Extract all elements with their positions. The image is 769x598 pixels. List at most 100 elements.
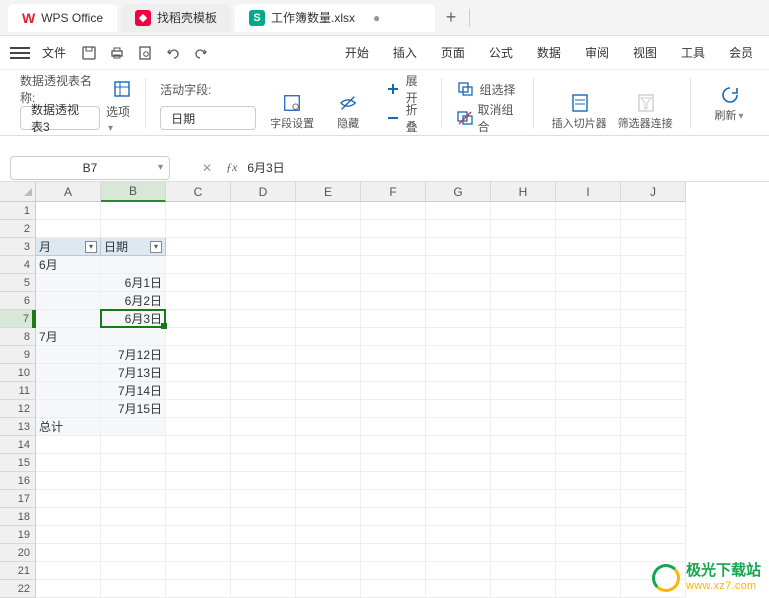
cell-B21[interactable] — [101, 562, 166, 580]
cell-C12[interactable] — [166, 400, 231, 418]
cell-A17[interactable] — [36, 490, 101, 508]
cell-H20[interactable] — [491, 544, 556, 562]
cell-I13[interactable] — [556, 418, 621, 436]
cell-J16[interactable] — [621, 472, 686, 490]
cell-C6[interactable] — [166, 292, 231, 310]
cell-I20[interactable] — [556, 544, 621, 562]
cell-I15[interactable] — [556, 454, 621, 472]
cell-H17[interactable] — [491, 490, 556, 508]
cell-C9[interactable] — [166, 346, 231, 364]
cell-D10[interactable] — [231, 364, 296, 382]
new-tab-button[interactable]: + — [437, 4, 465, 32]
cell-E14[interactable] — [296, 436, 361, 454]
menu-page[interactable]: 页面 — [439, 40, 467, 65]
cell-J14[interactable] — [621, 436, 686, 454]
cell-I21[interactable] — [556, 562, 621, 580]
cell-A22[interactable] — [36, 580, 101, 598]
row-header-18[interactable]: 18 — [0, 508, 36, 526]
cell-A12[interactable] — [36, 400, 101, 418]
cell-C22[interactable] — [166, 580, 231, 598]
col-header-J[interactable]: J — [621, 182, 686, 202]
cell-A6[interactable] — [36, 292, 101, 310]
row-header-8[interactable]: 8 — [0, 328, 36, 346]
cell-G9[interactable] — [426, 346, 491, 364]
cell-J3[interactable] — [621, 238, 686, 256]
cell-E7[interactable] — [296, 310, 361, 328]
row-header-15[interactable]: 15 — [0, 454, 36, 472]
cell-G5[interactable] — [426, 274, 491, 292]
cell-H14[interactable] — [491, 436, 556, 454]
cell-C3[interactable] — [166, 238, 231, 256]
cell-F4[interactable] — [361, 256, 426, 274]
cell-C21[interactable] — [166, 562, 231, 580]
cell-C16[interactable] — [166, 472, 231, 490]
cell-H21[interactable] — [491, 562, 556, 580]
cell-F9[interactable] — [361, 346, 426, 364]
cell-D15[interactable] — [231, 454, 296, 472]
cell-C13[interactable] — [166, 418, 231, 436]
cell-H19[interactable] — [491, 526, 556, 544]
cell-I18[interactable] — [556, 508, 621, 526]
cell-B7[interactable]: 6月3日 — [101, 310, 166, 328]
cell-F18[interactable] — [361, 508, 426, 526]
cell-C20[interactable] — [166, 544, 231, 562]
cell-B3[interactable]: 日期▾ — [101, 238, 166, 256]
menu-member[interactable]: 会员 — [727, 40, 755, 65]
cancel-icon[interactable]: ✕ — [198, 159, 216, 177]
cell-J13[interactable] — [621, 418, 686, 436]
cell-C18[interactable] — [166, 508, 231, 526]
row-header-16[interactable]: 16 — [0, 472, 36, 490]
cell-B19[interactable] — [101, 526, 166, 544]
cell-H18[interactable] — [491, 508, 556, 526]
cell-H10[interactable] — [491, 364, 556, 382]
cell-J11[interactable] — [621, 382, 686, 400]
print-preview-icon[interactable] — [136, 44, 154, 62]
cell-F15[interactable] — [361, 454, 426, 472]
cell-I8[interactable] — [556, 328, 621, 346]
cell-C14[interactable] — [166, 436, 231, 454]
cell-B16[interactable] — [101, 472, 166, 490]
cell-G15[interactable] — [426, 454, 491, 472]
row-header-2[interactable]: 2 — [0, 220, 36, 238]
cell-A8[interactable]: 7月 — [36, 328, 101, 346]
cell-B12[interactable]: 7月15日 — [101, 400, 166, 418]
cell-G8[interactable] — [426, 328, 491, 346]
cell-J18[interactable] — [621, 508, 686, 526]
select-all-corner[interactable] — [0, 182, 36, 202]
cell-B15[interactable] — [101, 454, 166, 472]
cell-A15[interactable] — [36, 454, 101, 472]
cell-I6[interactable] — [556, 292, 621, 310]
row-header-3[interactable]: 3 — [0, 238, 36, 256]
col-header-I[interactable]: I — [556, 182, 621, 202]
cell-H12[interactable] — [491, 400, 556, 418]
filter-dropdown-icon[interactable]: ▾ — [150, 241, 162, 253]
cell-A4[interactable]: 6月 — [36, 256, 101, 274]
cell-I11[interactable] — [556, 382, 621, 400]
cell-H8[interactable] — [491, 328, 556, 346]
fx-icon[interactable]: ƒx — [226, 160, 237, 175]
chevron-down-icon[interactable]: ▾ — [158, 162, 163, 173]
cell-H16[interactable] — [491, 472, 556, 490]
cell-A11[interactable] — [36, 382, 101, 400]
cell-G18[interactable] — [426, 508, 491, 526]
cell-D6[interactable] — [231, 292, 296, 310]
cell-G12[interactable] — [426, 400, 491, 418]
cell-C4[interactable] — [166, 256, 231, 274]
file-tab[interactable]: S 工作簿数量.xlsx ● — [235, 4, 435, 32]
cell-E17[interactable] — [296, 490, 361, 508]
cell-E10[interactable] — [296, 364, 361, 382]
cell-E16[interactable] — [296, 472, 361, 490]
spreadsheet-grid[interactable]: ABCDEFGHIJ 12345678910111213141516171819… — [0, 182, 769, 592]
cell-F5[interactable] — [361, 274, 426, 292]
menu-insert[interactable]: 插入 — [391, 40, 419, 65]
pivot-layout-icon[interactable] — [113, 79, 131, 99]
refresh-button[interactable]: 刷新▾ — [705, 85, 753, 123]
cell-E9[interactable] — [296, 346, 361, 364]
cell-H6[interactable] — [491, 292, 556, 310]
menu-start[interactable]: 开始 — [343, 40, 371, 65]
cell-A14[interactable] — [36, 436, 101, 454]
menu-data[interactable]: 数据 — [535, 40, 563, 65]
cell-G7[interactable] — [426, 310, 491, 328]
cell-I5[interactable] — [556, 274, 621, 292]
cell-B4[interactable] — [101, 256, 166, 274]
